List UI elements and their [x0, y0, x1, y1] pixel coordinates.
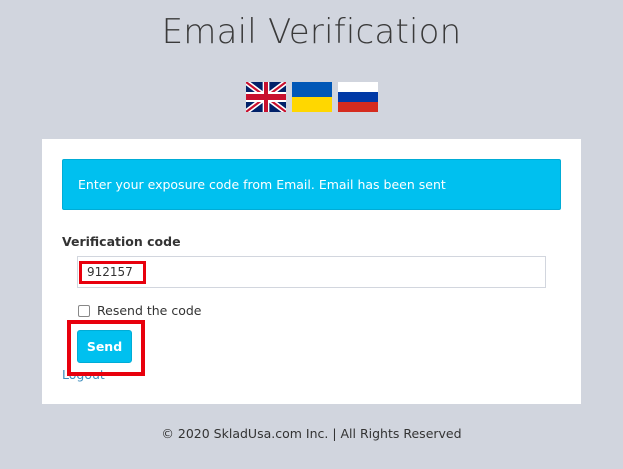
resend-code-option[interactable]: Resend the code	[78, 303, 201, 318]
page: Email Verification Enter your exposure c…	[0, 0, 623, 469]
uk-flag-icon[interactable]	[245, 82, 286, 112]
verification-code-input[interactable]	[78, 257, 545, 287]
language-switcher	[0, 82, 623, 112]
resend-label: Resend the code	[97, 303, 202, 318]
info-alert: Enter your exposure code from Email. Ema…	[62, 159, 561, 210]
logout-link[interactable]: Logout	[62, 367, 105, 382]
resend-checkbox[interactable]	[78, 304, 90, 317]
verification-code-label: Verification code	[62, 234, 181, 249]
send-button[interactable]: Send	[77, 330, 132, 363]
verification-card: Enter your exposure code from Email. Ema…	[42, 139, 581, 404]
ukraine-flag-icon[interactable]	[291, 82, 332, 112]
russia-flag-icon[interactable]	[337, 82, 378, 112]
page-title: Email Verification	[161, 12, 462, 52]
verification-code-field-container	[77, 256, 546, 288]
footer-copyright: © 2020 SkladUsa.com Inc. | All Rights Re…	[161, 426, 462, 441]
